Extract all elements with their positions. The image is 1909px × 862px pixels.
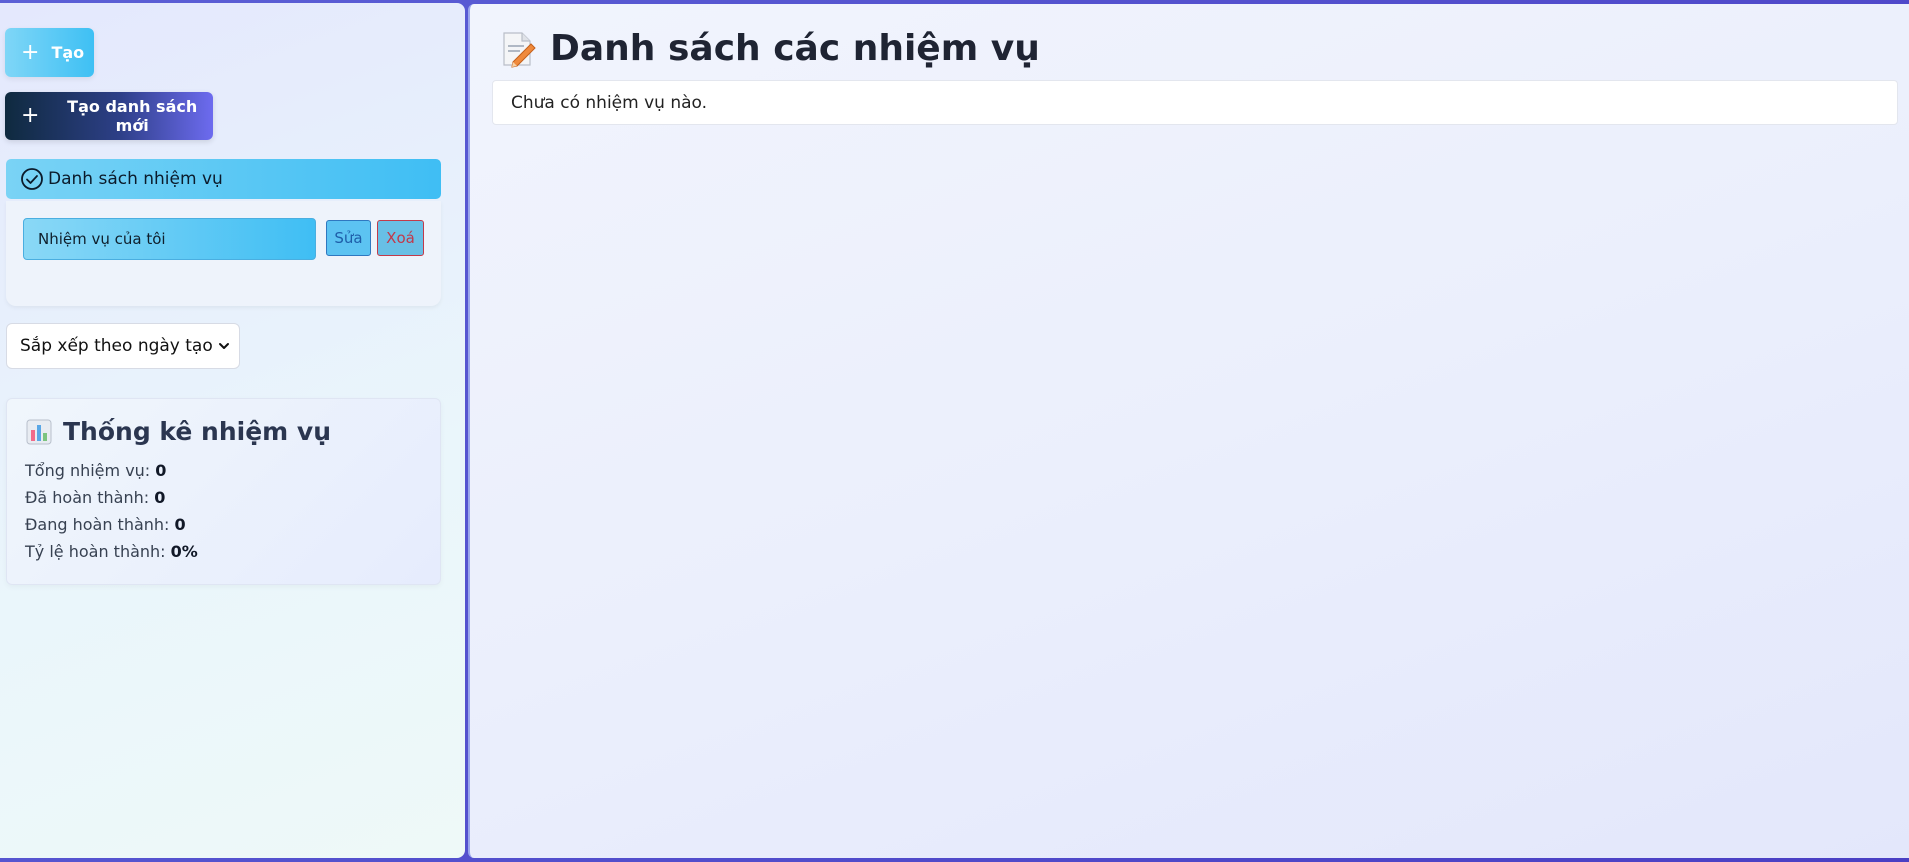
page-title: Danh sách các nhiệm vụ [498, 28, 1040, 69]
stats-title-text: Thống kê nhiệm vụ [63, 417, 332, 446]
empty-state-text: Chưa có nhiệm vụ nào. [511, 92, 708, 113]
list-item-name: Nhiệm vụ của tôi [38, 230, 166, 248]
check-circle-icon [21, 168, 43, 190]
stat-done: Đã hoàn thành: 0 [25, 488, 165, 507]
stat-pending-value: 0 [174, 515, 186, 534]
memo-icon [503, 31, 536, 68]
stats-panel: Thống kê nhiệm vụ Tổng nhiệm vụ: 0 Đã ho… [6, 398, 441, 585]
stat-pending-label: Đang hoàn thành: [25, 515, 170, 534]
task-list-header-label: Danh sách nhiệm vụ [48, 169, 223, 189]
stats-title: Thống kê nhiệm vụ [25, 417, 331, 446]
delete-list-button[interactable]: Xoá [377, 220, 424, 256]
sidebar: + Tạo + Tạo danh sách mới Danh sách nhiệ… [0, 3, 465, 858]
stat-pending: Đang hoàn thành: 0 [25, 515, 186, 534]
sort-select[interactable]: Sắp xếp theo ngày tạo [6, 323, 240, 369]
list-item[interactable]: Nhiệm vụ của tôi [23, 218, 316, 260]
sort-select-value: Sắp xếp theo ngày tạo [20, 336, 213, 356]
edit-list-button[interactable]: Sửa [326, 220, 371, 256]
new-list-button-label: Tạo danh sách mới [67, 97, 198, 135]
chevron-down-icon [219, 343, 229, 349]
page-title-text: Danh sách các nhiệm vụ [550, 28, 1040, 69]
stat-total-label: Tổng nhiệm vụ: [25, 461, 151, 480]
stat-rate-label: Tỷ lệ hoàn thành: [25, 542, 166, 561]
stat-rate: Tỷ lệ hoàn thành: 0% [25, 542, 198, 561]
stat-total-value: 0 [155, 461, 167, 480]
main-panel: Danh sách các nhiệm vụ Chưa có nhiệm vụ … [468, 4, 1909, 858]
create-button-label: Tạo [51, 43, 85, 62]
stat-done-value: 0 [154, 488, 166, 507]
empty-state-message: Chưa có nhiệm vụ nào. [492, 80, 1898, 125]
task-list-panel: Nhiệm vụ của tôi Sửa Xoá [6, 201, 441, 306]
bar-chart-icon [26, 419, 52, 444]
stat-done-label: Đã hoàn thành: [25, 488, 150, 507]
task-list-header[interactable]: Danh sách nhiệm vụ [6, 159, 441, 199]
stat-total: Tổng nhiệm vụ: 0 [25, 461, 166, 480]
plus-icon: + [21, 39, 40, 65]
stat-rate-value: 0% [170, 542, 198, 561]
create-button[interactable]: + Tạo [5, 28, 94, 77]
new-list-button[interactable]: + Tạo danh sách mới [5, 92, 213, 140]
plus-icon: + [21, 103, 40, 128]
